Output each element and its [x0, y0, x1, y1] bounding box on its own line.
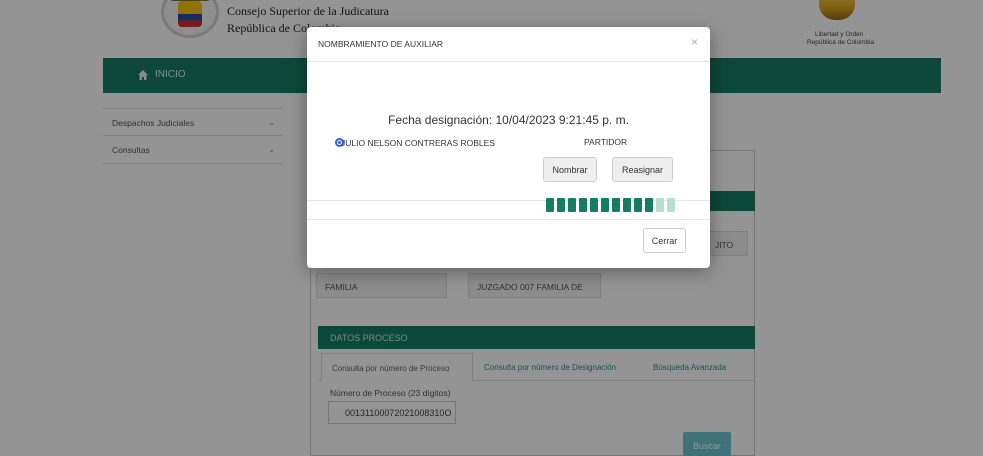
progress-segment [546, 198, 554, 212]
reasignar-button[interactable]: Reasignar [612, 157, 673, 182]
progress-segment [612, 198, 620, 212]
progress-segment [656, 198, 664, 212]
modal-title: NOMBRAMIENTO DE AUXILIAR [318, 39, 444, 49]
modal-header: NOMBRAMIENTO DE AUXILIAR × [307, 27, 710, 62]
progress-segment [645, 198, 653, 212]
progress-segment [590, 198, 598, 212]
cerrar-button[interactable]: Cerrar [643, 228, 686, 253]
auxiliar-name: JULIO NELSON CONTRERAS ROBLES [341, 138, 495, 148]
progress-segment [579, 198, 587, 212]
progress-segment [623, 198, 631, 212]
auxiliar-role: PARTIDOR [584, 137, 628, 147]
progress-segment [601, 198, 609, 212]
fecha-designacion: Fecha designación: 10/04/2023 9:21:45 p.… [388, 113, 629, 127]
progress-segment [667, 198, 675, 212]
progress-indicator [546, 198, 677, 212]
nombramiento-modal: NOMBRAMIENTO DE AUXILIAR × Fecha designa… [307, 27, 710, 268]
close-icon[interactable]: × [691, 35, 698, 49]
progress-segment [568, 198, 576, 212]
progress-segment [634, 198, 642, 212]
nombrar-button[interactable]: Nombrar [543, 157, 597, 182]
progress-segment [557, 198, 565, 212]
modal-footer-divider [307, 219, 710, 220]
